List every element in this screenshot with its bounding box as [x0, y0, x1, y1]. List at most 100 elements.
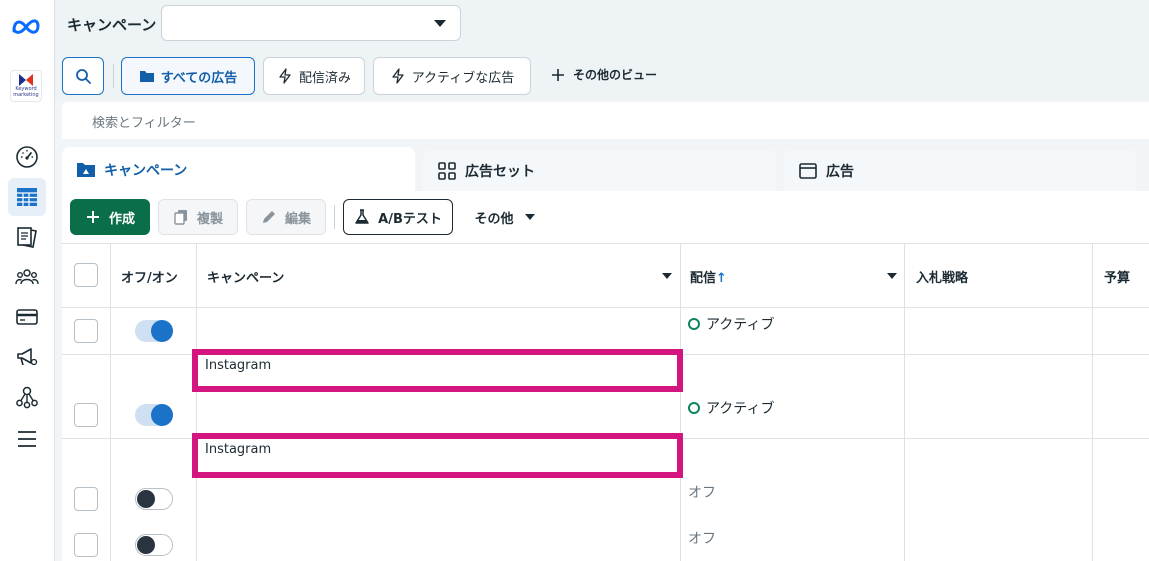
delivery-status-label: アクティブ	[706, 317, 775, 333]
megaphone-icon	[17, 348, 38, 366]
nav-ads-manager[interactable]	[8, 178, 46, 216]
flask-icon	[355, 209, 369, 224]
brand-mark-icon	[19, 74, 33, 86]
create-button[interactable]: 作成	[70, 199, 150, 235]
view-delivered-label: 配信済み	[298, 70, 351, 86]
lightning-icon	[279, 68, 291, 84]
campaign-table: オフ/オン キャンペーン 配信↑ 入札戦略 予算 アクティブ アクティブ オフ …	[62, 243, 1149, 561]
delivery-status-label: アクティブ	[706, 401, 775, 417]
row-checkbox[interactable]	[74, 403, 98, 427]
delivery-status-off: オフ	[688, 485, 716, 501]
sort-arrow-icon: ↑	[716, 271, 727, 286]
nav-pages[interactable]	[8, 218, 46, 256]
search-icon	[76, 69, 91, 84]
account-brand-logo[interactable]: Keyword marketing	[10, 70, 42, 102]
header-budget[interactable]: 予算	[1104, 267, 1130, 286]
copy-icon	[174, 210, 187, 225]
header-campaign[interactable]: キャンペーン	[207, 267, 284, 286]
search-filter-bar[interactable]: 検索とフィルター	[62, 102, 1149, 139]
row-toggle[interactable]	[135, 320, 173, 342]
grid-icon	[438, 162, 456, 180]
meta-logo-icon[interactable]	[11, 16, 41, 36]
row-toggle[interactable]	[135, 404, 173, 426]
left-nav-rail: Keyword marketing	[0, 0, 55, 561]
nav-billing[interactable]	[8, 298, 46, 336]
nav-events[interactable]	[8, 378, 46, 416]
card-icon	[16, 309, 38, 325]
header-bid-strategy[interactable]: 入札戦略	[916, 267, 968, 286]
toggle-knob	[151, 320, 173, 342]
tab-ad-sets-label: 広告セット	[465, 164, 535, 180]
row-divider	[62, 307, 1149, 308]
more-actions-button[interactable]: その他	[466, 199, 546, 235]
campaign-name: Instagram	[205, 442, 272, 457]
table-icon	[17, 188, 37, 206]
delivery-status-off: オフ	[688, 531, 716, 547]
row-toggle[interactable]	[135, 488, 173, 510]
brand-text-line2: marketing	[13, 92, 39, 98]
toggle-knob	[151, 404, 173, 426]
toggle-knob	[137, 536, 155, 554]
view-delivered[interactable]: 配信済み	[263, 57, 365, 95]
caret-down-icon	[434, 20, 446, 27]
row-checkbox[interactable]	[74, 319, 98, 343]
pages-icon	[17, 227, 37, 248]
plus-icon	[86, 211, 99, 223]
gauge-icon	[16, 146, 38, 168]
col-divider	[110, 243, 111, 561]
caret-down-icon[interactable]	[887, 273, 897, 279]
ab-test-label: A/Bテスト	[378, 211, 442, 227]
plus-icon	[552, 68, 564, 81]
caret-down-icon[interactable]	[662, 273, 672, 279]
edit-label: 編集	[284, 211, 311, 227]
duplicate-label: 複製	[196, 211, 223, 227]
folder-icon	[77, 162, 95, 177]
col-divider	[1092, 243, 1093, 561]
search-filter-placeholder: 検索とフィルター	[92, 116, 196, 131]
ab-test-button[interactable]: A/Bテスト	[343, 199, 453, 235]
row-checkbox[interactable]	[74, 533, 98, 557]
col-divider	[680, 243, 681, 561]
tab-ads-label: 広告	[826, 164, 854, 180]
nav-campaign-planner[interactable]	[8, 338, 46, 376]
delivery-status: アクティブ	[688, 398, 774, 418]
lightning-icon	[392, 68, 404, 84]
page-title: キャンペーン	[67, 16, 157, 34]
header-delivery-label: 配信	[690, 271, 717, 286]
row-divider	[62, 243, 1149, 244]
status-ring-icon	[688, 402, 700, 414]
tab-ad-sets[interactable]: 広告セット	[423, 150, 776, 192]
row-toggle[interactable]	[135, 534, 173, 556]
more-views-label: その他のビュー	[573, 68, 658, 82]
divider	[334, 205, 335, 229]
select-all-checkbox[interactable]	[74, 263, 98, 287]
campaign-name-highlight[interactable]: Instagram	[192, 433, 683, 478]
divider	[113, 64, 114, 88]
tab-campaigns-label: キャンペーン	[104, 162, 188, 179]
campaign-select[interactable]	[161, 5, 461, 41]
more-actions-label: その他	[474, 211, 514, 227]
nav-menu[interactable]	[8, 420, 46, 458]
col-divider	[196, 243, 197, 561]
view-all-ads-label: すべての広告	[160, 70, 238, 86]
tab-ads[interactable]: 広告	[784, 150, 1136, 192]
status-ring-icon	[688, 318, 700, 330]
pencil-icon	[262, 211, 275, 223]
nav-audiences[interactable]	[8, 258, 46, 296]
toggle-knob	[137, 490, 155, 508]
duplicate-button[interactable]: 複製	[158, 199, 238, 235]
campaign-name-highlight[interactable]: Instagram	[192, 349, 683, 392]
row-checkbox[interactable]	[74, 487, 98, 511]
edit-button[interactable]: 編集	[246, 199, 326, 235]
tab-campaigns[interactable]: キャンペーン	[62, 147, 415, 192]
header-on-off[interactable]: オフ/オン	[121, 267, 178, 286]
more-views-button[interactable]: その他のビュー	[551, 66, 657, 83]
header-delivery[interactable]: 配信↑	[690, 267, 727, 286]
people-icon	[15, 269, 39, 285]
caret-down-icon	[524, 214, 535, 220]
view-all-ads[interactable]: すべての広告	[121, 57, 255, 95]
nav-dashboard[interactable]	[8, 138, 46, 176]
search-button[interactable]	[62, 57, 104, 95]
view-active-ads[interactable]: アクティブな広告	[373, 57, 531, 95]
delivery-status: アクティブ	[688, 314, 774, 334]
